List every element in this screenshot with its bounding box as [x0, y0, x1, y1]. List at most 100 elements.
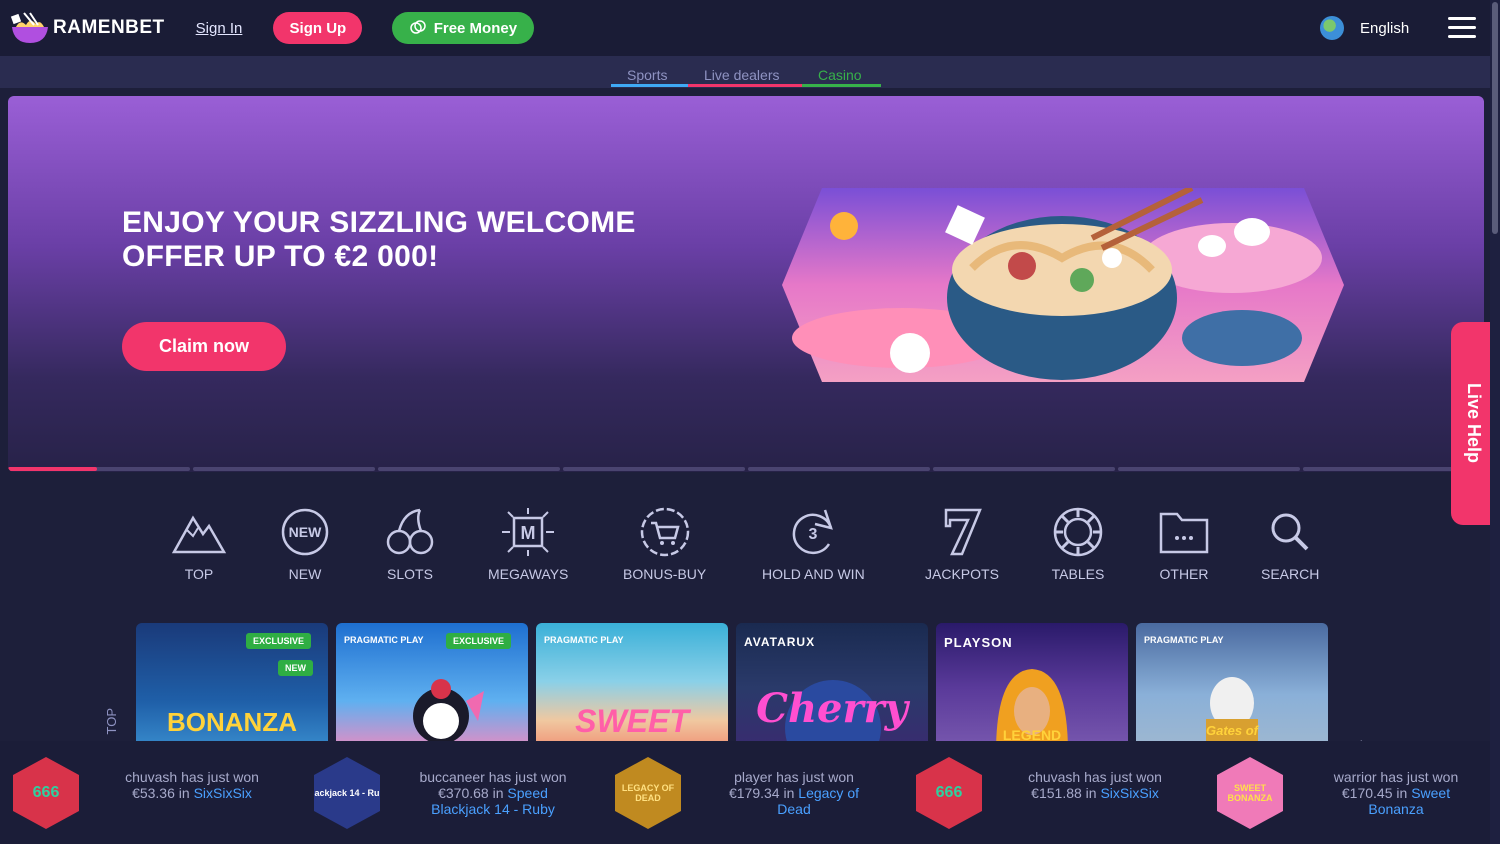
coins-icon	[409, 20, 426, 34]
category-label: BONUS-BUY	[623, 566, 707, 582]
winner-game-icon[interactable]: SWEET BONANZA	[1217, 757, 1283, 829]
game-title: SWEET	[575, 703, 689, 739]
winner-game-link[interactable]: Legacy of	[798, 785, 859, 801]
category-tables[interactable]: TABLES	[1050, 506, 1106, 582]
category-bonus-buy[interactable]: BONUS-BUY	[623, 506, 706, 582]
svg-text:M: M	[521, 523, 536, 543]
zeus-art	[1206, 677, 1258, 753]
page-scrollbar-thumb[interactable]	[1492, 2, 1498, 234]
svg-text:3: 3	[809, 526, 818, 543]
cherries-icon	[386, 508, 434, 555]
language-selector[interactable]: English	[1320, 16, 1409, 40]
tab-sports[interactable]: Sports	[627, 67, 667, 85]
svg-text:NEW: NEW	[289, 524, 322, 540]
recent-winners-strip: 666 chuvash has just won €53.36 in SixSi…	[0, 741, 1490, 844]
game-card[interactable]: PRAGMATIC PLAY SWEET	[536, 623, 728, 753]
category-slots[interactable]: SLOTS	[382, 506, 438, 582]
hamburger-menu-icon[interactable]	[1448, 17, 1476, 39]
language-label: English	[1360, 19, 1410, 37]
exclusive-badge: EXCLUSIVE	[446, 633, 512, 649]
tab-casino-underline	[802, 84, 881, 87]
live-help-label: Live Help	[1464, 383, 1484, 464]
sign-in-link[interactable]: Sign In	[196, 20, 243, 37]
winner-game-icon[interactable]: LEGACY OF DEAD	[615, 757, 681, 829]
game-card[interactable]: PLAYSON LEGEND	[936, 623, 1128, 753]
winner-entry: chuvash has just won €151.88 in SixSixSi…	[1028, 769, 1162, 801]
category-label: SLOTS	[387, 566, 433, 582]
category-label: TOP	[184, 566, 214, 582]
winner-game-link-cont[interactable]: Dead	[777, 801, 810, 817]
winner-game-icon[interactable]: 666	[13, 757, 79, 829]
winner-entry: warrior has just won €170.45 in Sweet Bo…	[1333, 769, 1459, 817]
winner-entry: buccaneer has just won €370.68 in Speed …	[419, 769, 567, 817]
category-search[interactable]: SEARCH	[1261, 506, 1319, 582]
game-card[interactable]: PRAGMATIC PLAY EXCLUSIVE	[336, 623, 528, 753]
game-card[interactable]: PRAGMATIC PLAY Gates of	[1136, 623, 1328, 753]
sign-up-button[interactable]: Sign Up	[273, 12, 363, 44]
winner-game-link[interactable]: SixSixSix	[1100, 785, 1158, 801]
winner-game-link-cont[interactable]: Blackjack 14 - Ruby	[431, 801, 555, 817]
category-label: JACKPOTS	[925, 566, 999, 582]
winner-game-link[interactable]: Speed	[507, 785, 547, 801]
winner-game-link-cont[interactable]: Bonanza	[1368, 801, 1423, 817]
promo-banner: ENJOY YOUR SIZZLING WELCOME OFFER UP TO …	[8, 96, 1484, 472]
game-provider: AVATARUX	[744, 635, 816, 649]
three-cycle-icon: 3	[793, 509, 834, 555]
seven-icon	[944, 508, 982, 556]
tab-casino[interactable]: Casino	[818, 67, 862, 85]
category-top[interactable]: TOP	[171, 506, 227, 582]
tab-sports-underline	[611, 84, 688, 87]
panda-art	[413, 679, 484, 741]
globe-icon	[1320, 16, 1344, 40]
new-badge: NEW	[278, 660, 313, 676]
game-title: Cherry	[756, 685, 908, 732]
ramen-bowl-icon	[10, 11, 50, 45]
winner-game-link[interactable]: SixSixSix	[194, 785, 252, 801]
category-megaways[interactable]: M MEGAWAYS	[488, 506, 568, 582]
game-card[interactable]: EXCLUSIVE NEW BONANZA	[136, 623, 328, 753]
category-label: MEGAWAYS	[488, 566, 569, 582]
game-provider: PLAYSON	[944, 635, 1013, 650]
cart-icon	[640, 507, 689, 557]
banner-slide-progress	[8, 467, 1484, 471]
exclusive-badge: EXCLUSIVE	[246, 633, 312, 649]
banner-progress-fill	[8, 467, 97, 471]
game-title: Gates of	[1205, 723, 1258, 738]
games-section-label: TOP	[104, 708, 119, 735]
game-card[interactable]: AVATARUX Cherry	[736, 623, 928, 753]
search-icon	[1271, 513, 1309, 551]
category-other[interactable]: OTHER	[1156, 506, 1212, 582]
game-provider: PRAGMATIC PLAY	[1144, 635, 1224, 645]
new-badge-icon: NEW	[281, 508, 329, 556]
brand-name: RAMENBET	[53, 17, 165, 38]
category-label: NEW	[288, 566, 322, 582]
winner-game-icon[interactable]: ackjack 14 - Ru	[314, 757, 380, 829]
game-title: BONANZA	[167, 707, 297, 737]
banner-title: ENJOY YOUR SIZZLING WELCOME OFFER UP TO …	[122, 206, 636, 273]
category-jackpots[interactable]: JACKPOTS	[925, 506, 999, 582]
winner-game-icon[interactable]: 666	[916, 757, 982, 829]
top-header: RAMENBET Sign In Sign Up Free Money Engl…	[0, 0, 1490, 56]
tab-live-dealers-underline	[688, 84, 802, 87]
game-provider: PRAGMATIC PLAY	[544, 635, 624, 645]
category-label: OTHER	[1159, 566, 1209, 582]
claim-now-label: Claim now	[158, 336, 249, 356]
sign-up-label: Sign Up	[289, 19, 347, 37]
category-label: TABLES	[1051, 566, 1105, 582]
free-money-button[interactable]: Free Money	[392, 12, 535, 44]
claim-now-button[interactable]: Claim now	[122, 322, 286, 371]
free-money-label: Free Money	[433, 19, 518, 37]
ramen-bowl-illustration	[782, 188, 1344, 382]
winner-game-link[interactable]: Sweet	[1411, 785, 1450, 801]
category-label: SEARCH	[1261, 566, 1320, 582]
category-hold-and-win[interactable]: 3 HOLD AND WIN	[762, 506, 865, 582]
category-new[interactable]: NEW NEW	[277, 506, 333, 582]
category-label: HOLD AND WIN	[762, 566, 865, 582]
winner-entry: player has just won €179.34 in Legacy of…	[728, 769, 859, 817]
ramenbet-logo[interactable]: RAMENBET	[10, 11, 165, 45]
megaways-icon: M	[502, 508, 555, 556]
folder-icon	[1159, 512, 1209, 554]
tab-live-dealers[interactable]: Live dealers	[704, 67, 780, 85]
chip-icon	[1053, 507, 1103, 557]
winner-entry: chuvash has just won €53.36 in SixSixSix	[125, 769, 259, 801]
